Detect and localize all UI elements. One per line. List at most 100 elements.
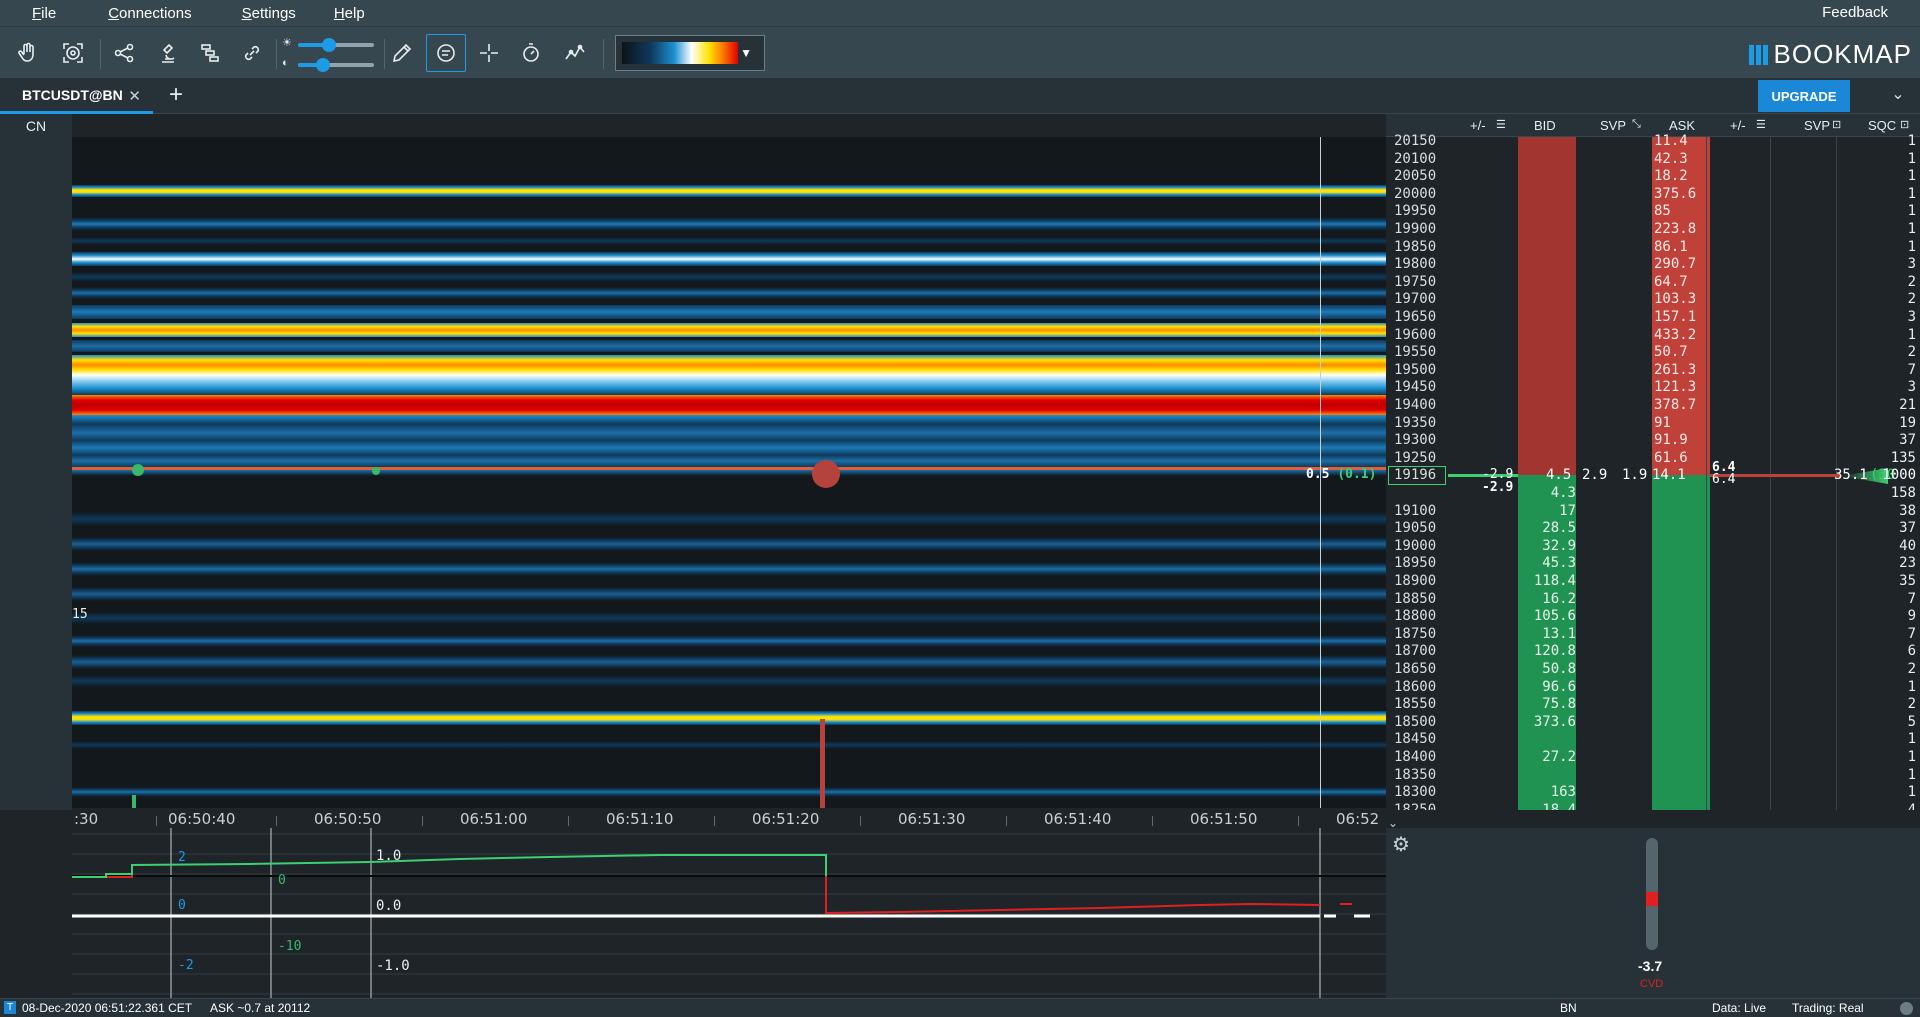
- ladder-row[interactable]: 18250 18.4 4: [1386, 802, 1920, 810]
- cvd-chart[interactable]: 2 0 -2 0 -10 1.0 0.0 -1.0: [0, 828, 1386, 998]
- ladder-sqc: 135: [1890, 449, 1916, 466]
- svp-header[interactable]: SVP: [1804, 118, 1830, 133]
- ladder-price: 18450: [1394, 731, 1437, 748]
- menu-settings[interactable]: Settings: [214, 5, 318, 22]
- ask-header[interactable]: ASK: [1669, 118, 1695, 133]
- ladder-row[interactable]: 19750 64.7 2: [1386, 274, 1920, 292]
- colormap-gradient: [622, 42, 738, 64]
- ladder-row[interactable]: 19850 86.1 1: [1386, 239, 1920, 257]
- zoom-fit-icon[interactable]: [57, 37, 89, 69]
- ladder-row[interactable]: 19700 103.3 2: [1386, 291, 1920, 309]
- ladder-current-row[interactable]: 19196 -2.9 -2.9 4.5 2.9 1.9 14.1 6.4 6.4…: [1386, 460, 1920, 495]
- stopwatch-icon[interactable]: [515, 37, 547, 69]
- ladder-sqc: 2: [1907, 696, 1916, 713]
- ladder-row[interactable]: 19550 50.7 2: [1386, 344, 1920, 362]
- ladder-row[interactable]: 18450 1: [1386, 731, 1920, 749]
- bid-header[interactable]: BID: [1534, 118, 1556, 133]
- ladder-row[interactable]: 19650 157.1 3: [1386, 309, 1920, 327]
- microscope-icon[interactable]: [152, 37, 184, 69]
- ladder-ask: 91.9: [1654, 432, 1688, 449]
- menu-file[interactable]: File: [0, 5, 78, 22]
- ladder-ask: 157.1: [1654, 309, 1697, 325]
- ladder-row[interactable]: 19000 32.9 40: [1386, 538, 1920, 556]
- menu-help[interactable]: Help: [318, 5, 387, 22]
- ladder-row[interactable]: 19500 261.3 7: [1386, 362, 1920, 380]
- heatmap-chart[interactable]: 15 0.5 (0.1): [72, 137, 1386, 810]
- ladder-row[interactable]: 19400 378.7 21: [1386, 397, 1920, 415]
- ladder-row[interactable]: 20050 18.2 1: [1386, 168, 1920, 186]
- ladder-row[interactable]: 18950 45.3 23: [1386, 555, 1920, 573]
- feedback-link[interactable]: Feedback: [1822, 4, 1888, 21]
- export-icon[interactable]: ⊡: [1900, 118, 1909, 131]
- cvd-gauge-marker: [1646, 892, 1658, 906]
- chevron-down-icon: ▼: [740, 46, 752, 60]
- ladder-row[interactable]: 18600 96.6 1: [1386, 679, 1920, 697]
- resize-icon[interactable]: ⤡: [1632, 118, 1641, 131]
- chevron-down-icon[interactable]: ⌄: [1386, 817, 1920, 829]
- ladder-row[interactable]: 20100 42.3 1: [1386, 151, 1920, 169]
- heatmap-level: [72, 675, 1386, 687]
- share-icon[interactable]: [108, 37, 140, 69]
- ladder-sqc: 37: [1899, 432, 1916, 449]
- menu-connections[interactable]: Connections: [78, 5, 213, 22]
- colormap-selector[interactable]: ▼: [615, 35, 765, 71]
- ladder-row[interactable]: 18550 75.8 2: [1386, 696, 1920, 714]
- pencil-icon[interactable]: [386, 37, 418, 69]
- ladder-row[interactable]: 19100 17 38: [1386, 503, 1920, 521]
- svp-bid-header[interactable]: SVP: [1600, 118, 1626, 133]
- ladder-row[interactable]: 18850 16.2 7: [1386, 591, 1920, 609]
- ladder-row[interactable]: 18350 1: [1386, 767, 1920, 785]
- filter-icon[interactable]: ☰: [1756, 118, 1766, 131]
- ladder-sqc: 37: [1899, 520, 1916, 537]
- add-tab-button[interactable]: +: [160, 81, 192, 111]
- heatmap-price-value: 0.5: [1306, 467, 1330, 482]
- heatmap-level: [72, 415, 1386, 433]
- cvd-panel: ⌄ ⚙ -3.7 CVD: [1386, 817, 1920, 998]
- price-ladder[interactable]: +/- ☰ BID SVP ⤡ ASK +/- ☰ SVP ⊡ SQC ⊡ 20…: [1386, 114, 1920, 810]
- crosshair-icon[interactable]: [473, 37, 505, 69]
- cn-label[interactable]: CN: [0, 118, 72, 134]
- ladder-row[interactable]: 20000 375.6 1: [1386, 186, 1920, 204]
- bid-delta-header[interactable]: +/-: [1470, 118, 1486, 133]
- ladder-row[interactable]: 19900 223.8 1: [1386, 221, 1920, 239]
- contrast-slider[interactable]: [298, 58, 374, 72]
- ladder-sqc: 7: [1907, 361, 1916, 378]
- ladder-row[interactable]: 19300 91.9 37: [1386, 432, 1920, 450]
- ladder-row[interactable]: 18300 163 1: [1386, 784, 1920, 802]
- t-icon[interactable]: T: [4, 1001, 16, 1014]
- ladder-row[interactable]: 18900 118.4 35: [1386, 573, 1920, 591]
- chevron-down-icon[interactable]: ⌄: [1882, 80, 1914, 112]
- ask-delta-header[interactable]: +/-: [1730, 118, 1746, 133]
- upgrade-button[interactable]: UPGRADE: [1758, 80, 1850, 112]
- ladder-row[interactable]: 18700 120.8 6: [1386, 643, 1920, 661]
- ladder-row[interactable]: 20150 11.4 1: [1386, 133, 1920, 151]
- ladder-row[interactable]: 19600 433.2 1: [1386, 327, 1920, 345]
- ladder-row[interactable]: 19250 61.6 135: [1386, 450, 1920, 468]
- ladder-row[interactable]: 19450 121.3 3: [1386, 379, 1920, 397]
- filter-icon[interactable]: ☰: [1496, 118, 1506, 131]
- ladder-row[interactable]: 4.3 158: [1386, 485, 1920, 503]
- ladder-row[interactable]: 18650 50.8 2: [1386, 661, 1920, 679]
- export-icon[interactable]: ⊡: [1832, 118, 1841, 131]
- ladder-sqc: 1: [1907, 150, 1916, 167]
- ladder-row[interactable]: 18750 13.1 7: [1386, 626, 1920, 644]
- ladder-row[interactable]: 18800 105.6 9: [1386, 608, 1920, 626]
- indicators-icon[interactable]: [559, 37, 591, 69]
- current-ask: 14.1: [1652, 467, 1686, 483]
- link-icon[interactable]: [236, 37, 268, 69]
- ladder-row[interactable]: 19050 28.5 37: [1386, 520, 1920, 538]
- brightness-slider[interactable]: [298, 38, 374, 52]
- sqc-header[interactable]: SQC: [1868, 118, 1896, 133]
- chat-icon[interactable]: [426, 34, 466, 72]
- ladder-row[interactable]: 19800 290.7 3: [1386, 256, 1920, 274]
- ladder-row[interactable]: 19950 85 1: [1386, 203, 1920, 221]
- ladder-price: 19750: [1394, 273, 1437, 290]
- gear-icon[interactable]: ⚙: [1392, 832, 1410, 857]
- ladder-row[interactable]: 18400 27.2 1: [1386, 749, 1920, 767]
- ladder-row[interactable]: 18500 373.6 5: [1386, 714, 1920, 732]
- layers-icon[interactable]: [194, 37, 226, 69]
- tab-btcusdt[interactable]: BTCUSDT@BN ✕: [0, 78, 153, 114]
- ladder-row[interactable]: 19350 91 19: [1386, 415, 1920, 433]
- hand-tool-icon[interactable]: [12, 37, 44, 69]
- close-icon[interactable]: ✕: [128, 87, 141, 105]
